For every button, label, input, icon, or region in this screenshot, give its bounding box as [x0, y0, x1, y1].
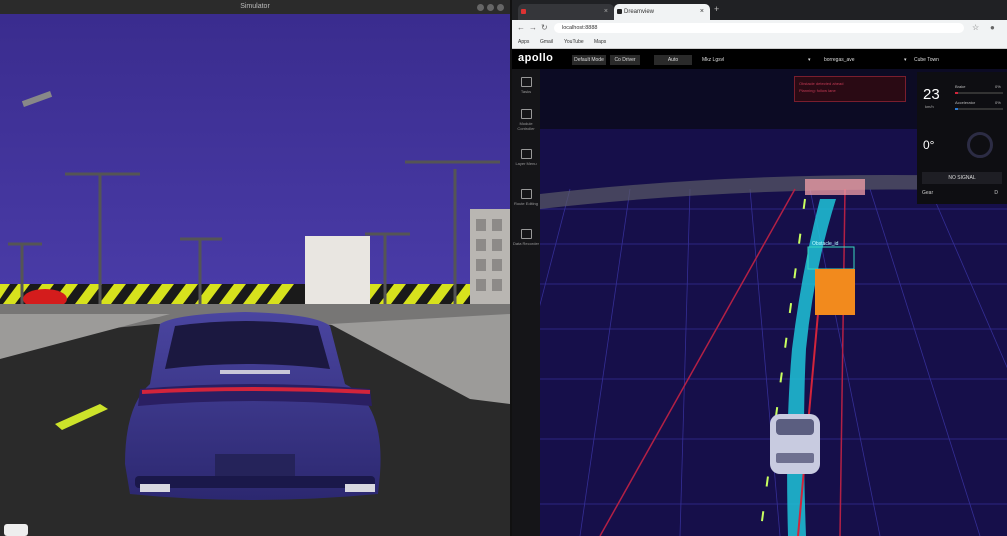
maximize-button[interactable]: [487, 4, 494, 11]
bookmark-youtube[interactable]: YouTube: [564, 39, 584, 45]
brake-fill: [955, 92, 958, 94]
map-select[interactable]: borregas_ave: [824, 55, 855, 65]
speed-unit: km/h: [925, 104, 934, 109]
tab-dreamview[interactable]: Dreamview ×: [614, 4, 710, 20]
tab-other[interactable]: ×: [518, 4, 614, 20]
tab-title: Dreamview: [624, 9, 655, 15]
side-menu-label: Tasks: [520, 89, 532, 94]
alert-line: Planning: follow lane: [799, 88, 836, 93]
address-bar-row: ← → ↻ localhost:8888 ☆ ●: [512, 20, 1007, 36]
bookmark-maps[interactable]: Maps: [594, 39, 606, 45]
new-tab-button[interactable]: +: [714, 4, 719, 14]
striped-barrier: [0, 284, 510, 304]
obstacle-box: [815, 269, 855, 315]
data-recorder-icon: [520, 229, 532, 239]
map-select-icon[interactable]: ▾: [808, 55, 811, 65]
tab-close-icon[interactable]: ×: [604, 4, 608, 20]
stop-fence: [805, 179, 865, 195]
camera-select[interactable]: Cube Town: [914, 55, 939, 65]
steering-wheel-icon: [967, 132, 993, 158]
brake-percent: 0%: [995, 84, 1001, 89]
side-menu-route-editing[interactable]: Route Editing: [512, 189, 540, 206]
status-panel: 23 km/h Brake 0% Accelerator 0% 0° NO SI…: [917, 72, 1007, 204]
bookmark-star-icon[interactable]: ☆: [972, 23, 979, 32]
tab-favicon-icon: [617, 9, 622, 14]
sky: [0, 14, 510, 304]
accelerator-bar: [955, 108, 1003, 110]
side-menu-label: Route Editing: [513, 201, 538, 206]
tab-strip: × Dreamview × +: [512, 0, 1007, 20]
side-menu-label: Data Recorder: [512, 241, 539, 246]
side-menu-data-recorder[interactable]: Data Recorder: [512, 229, 540, 246]
bookmark-gmail[interactable]: Gmail: [540, 39, 553, 45]
steering-angle: 0°: [923, 138, 935, 152]
camera-select-icon[interactable]: ▾: [904, 55, 907, 65]
simulator-viewport[interactable]: [0, 14, 510, 536]
module-controller-icon: [520, 109, 532, 119]
side-menu-layer-menu[interactable]: Layer Menu: [512, 149, 540, 166]
ego-vehicle-model: [770, 414, 820, 474]
forward-arrow-icon[interactable]: →: [529, 23, 537, 32]
speed-value: 23: [923, 86, 940, 103]
side-menu-tasks[interactable]: Tasks: [512, 77, 540, 94]
gear-value: D: [994, 190, 998, 196]
tab-favicon-icon: [521, 9, 526, 14]
reload-icon[interactable]: ↻: [541, 23, 548, 32]
tasks-icon: [520, 77, 532, 87]
account-icon[interactable]: ●: [990, 23, 995, 32]
simulator-window: Simulator: [0, 0, 510, 536]
minimize-button[interactable]: [477, 4, 484, 11]
drive-mode-select[interactable]: Auto: [654, 55, 692, 65]
close-button[interactable]: [497, 4, 504, 11]
vehicle-select[interactable]: Co Driver: [610, 55, 640, 65]
simulator-titlebar: Simulator: [0, 0, 510, 14]
side-menu-label: Module Controller: [517, 121, 535, 131]
bookmarks-bar: Apps Gmail YouTube Maps: [512, 36, 1007, 49]
layer-menu-icon: [520, 149, 532, 159]
setup-mode-select[interactable]: Default Mode: [572, 55, 606, 65]
gear-row: Gear D: [922, 188, 1002, 198]
side-menu: Tasks Module Controller Layer Menu Route…: [512, 69, 540, 536]
bookmark-apps[interactable]: Apps: [518, 39, 529, 45]
apollo-logo: apollo: [518, 52, 554, 64]
browser-window: × Dreamview × + ← → ↻ localhost:8888 ☆ ●…: [512, 0, 1007, 536]
side-menu-module-controller[interactable]: Module Controller: [512, 109, 540, 131]
side-menu-label: Layer Menu: [515, 161, 537, 166]
turn-signal-status: NO SIGNAL: [922, 172, 1002, 184]
video-control-button[interactable]: [4, 524, 28, 536]
back-arrow-icon[interactable]: ←: [517, 23, 525, 32]
accelerator-label: Accelerator: [955, 100, 976, 105]
accelerator-fill: [955, 108, 958, 110]
alert-line: Obstacle detected ahead: [799, 81, 844, 86]
brake-label: Brake: [955, 84, 966, 89]
obstacle-label: Obstacle_id: [812, 241, 839, 247]
building: [470, 209, 510, 314]
tab-close-icon[interactable]: ×: [700, 4, 704, 20]
url-input[interactable]: localhost:8888: [554, 23, 964, 33]
gear-label: Gear: [922, 190, 934, 196]
dreamview-header: apollo Default Mode Co Driver Auto Mkz L…: [512, 49, 1007, 69]
simulator-title: Simulator: [240, 3, 270, 10]
brake-bar: [955, 92, 1003, 94]
accelerator-percent: 0%: [995, 100, 1001, 105]
route-editing-icon: [520, 189, 532, 199]
map-label: Mkz Lgsvl: [702, 57, 725, 63]
alert-notification: Obstacle detected ahead Planning: follow…: [794, 76, 906, 102]
